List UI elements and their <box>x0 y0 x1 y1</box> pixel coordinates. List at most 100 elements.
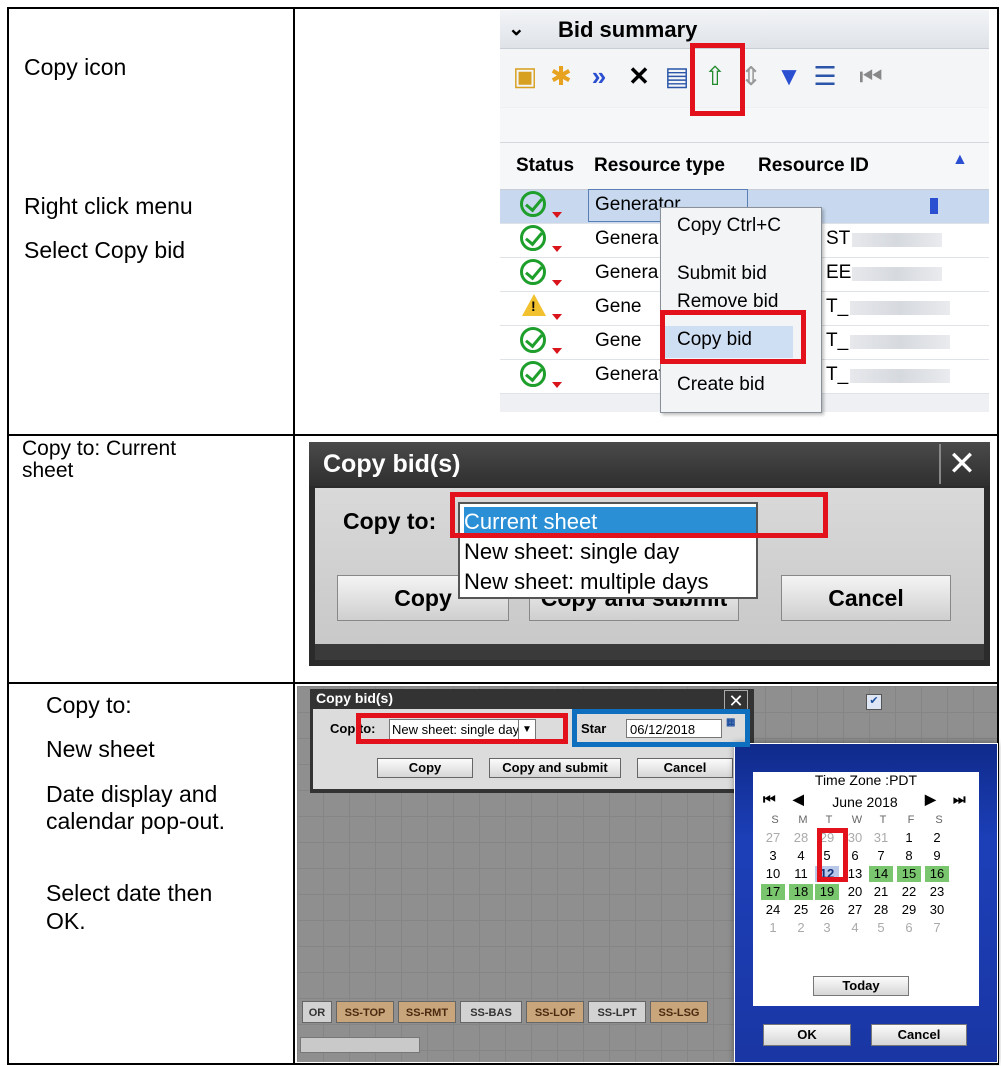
new-sheet-icon[interactable]: ▣ <box>510 61 540 91</box>
cancel-button[interactable]: Cancel <box>781 575 951 621</box>
calendar-day[interactable]: 17 <box>761 884 785 900</box>
ok-button[interactable]: OK <box>763 1024 851 1046</box>
calendar-day[interactable]: 14 <box>869 866 893 882</box>
horizontal-scrollbar[interactable] <box>300 1037 420 1053</box>
calendar-day[interactable]: 3 <box>761 848 785 864</box>
column-resource-id[interactable]: Resource ID <box>758 155 869 177</box>
calendar-day[interactable]: 5 <box>869 920 893 936</box>
highlight-current-sheet <box>450 492 828 538</box>
tab-ss-top[interactable]: SS-TOP <box>336 1001 394 1023</box>
calendar-day[interactable]: 2 <box>789 920 813 936</box>
day-of-week-label: T <box>879 814 887 826</box>
dialog-footer <box>315 644 984 660</box>
status-ok-icon <box>520 361 546 387</box>
calendar-day[interactable]: 24 <box>761 902 785 918</box>
menu-item-create-bid[interactable]: Create bid <box>677 374 765 396</box>
double-chevron-right-icon[interactable]: » <box>584 61 614 91</box>
tab-ss-lpt[interactable]: SS-LPT <box>588 1001 646 1023</box>
next-month-icon[interactable]: ▶ <box>925 791 936 808</box>
calendar-day[interactable]: 30 <box>925 902 949 918</box>
option-new-sheet-single[interactable]: New sheet: single day <box>464 537 756 566</box>
option-new-sheet-multiple[interactable]: New sheet: multiple days <box>464 567 756 596</box>
column-resource-type[interactable]: Resource type <box>594 155 725 177</box>
menu-item-copy[interactable]: Copy Ctrl+C <box>677 215 781 237</box>
calendar-day[interactable]: 21 <box>869 884 893 900</box>
dialog-small-title: Copy bid(s) <box>316 690 393 706</box>
step-label-select-date: Select date then <box>46 880 213 906</box>
first-month-icon[interactable]: ⏮ <box>763 791 776 808</box>
copy-to-label: Copy to: <box>343 508 437 534</box>
calendar-day[interactable]: 11 <box>789 866 813 882</box>
close-icon[interactable]: ✕ <box>939 444 983 484</box>
calendar-day[interactable]: 28 <box>789 830 813 846</box>
tab-ss-rmt[interactable]: SS-RMT <box>398 1001 456 1023</box>
calendar-day[interactable]: 27 <box>761 830 785 846</box>
calendar-day[interactable]: 8 <box>897 848 921 864</box>
filter-icon[interactable]: ▼ <box>774 61 804 91</box>
copy-bid-dialog: Copy bid(s) ✕ Copy to: Copy Copy and sub… <box>309 442 990 666</box>
day-of-week-label: S <box>771 814 779 826</box>
last-month-icon[interactable]: ⏭ <box>953 791 966 808</box>
menu-item-submit-bid[interactable]: Submit bid <box>677 263 767 285</box>
cancel-button-calendar[interactable]: Cancel <box>871 1024 967 1046</box>
flag-icon <box>552 314 562 320</box>
calendar-day[interactable]: 10 <box>761 866 785 882</box>
calendar-body: Time Zone :PDT ⏮ ◀ June 2018 ▶ ⏭ S M T W T F S… <box>753 772 979 1006</box>
list-icon[interactable]: ☰ <box>810 61 840 91</box>
prev-month-icon[interactable]: ◀ <box>793 791 804 808</box>
calendar-day[interactable]: 26 <box>815 902 839 918</box>
calendar-day[interactable]: 19 <box>815 884 839 900</box>
calendar-day[interactable]: 27 <box>843 902 867 918</box>
resource-type-cell: Genera <box>595 262 659 283</box>
new-bid-icon[interactable]: ✱ <box>546 61 576 91</box>
calendar-day[interactable]: 7 <box>869 848 893 864</box>
calendar-day[interactable]: 4 <box>789 848 813 864</box>
delete-icon[interactable]: ✕ <box>624 61 654 91</box>
tab-or[interactable]: OR <box>302 1001 332 1023</box>
flag-icon <box>552 348 562 354</box>
tab-ss-lof[interactable]: SS-LOF <box>526 1001 584 1023</box>
dialog-title: Copy bid(s) <box>323 450 461 478</box>
copy-icon[interactable]: ▤ <box>662 61 692 91</box>
table-header: Status Resource type Resource ID ▲ <box>500 143 989 190</box>
calendar-day[interactable]: 4 <box>843 920 867 936</box>
step-label-copy-to: Copy to: <box>46 692 132 718</box>
tab-ss-lsg[interactable]: SS-LSG <box>650 1001 708 1023</box>
tab-ss-bas[interactable]: SS-BAS <box>460 1001 522 1023</box>
calendar-day[interactable]: 3 <box>815 920 839 936</box>
calendar-day[interactable]: 25 <box>789 902 813 918</box>
calendar-day[interactable]: 1 <box>897 830 921 846</box>
calendar-day[interactable]: 22 <box>897 884 921 900</box>
calendar-day[interactable]: 23 <box>925 884 949 900</box>
step-label-ok: OK. <box>46 908 86 934</box>
step-label-calendar-popout: calendar pop-out. <box>46 808 226 834</box>
calendar-day[interactable]: 15 <box>897 866 921 882</box>
copy-and-submit-button-small[interactable]: Copy and submit <box>489 758 621 778</box>
calendar-day[interactable]: 31 <box>869 830 893 846</box>
highlight-copy-bid <box>660 310 806 364</box>
calendar-day[interactable]: 2 <box>925 830 949 846</box>
today-button[interactable]: Today <box>813 976 909 996</box>
column-status[interactable]: Status <box>516 155 574 177</box>
chevron-down-icon[interactable]: ⌄ <box>508 16 532 40</box>
first-page-icon[interactable]: ⏮ <box>856 61 886 91</box>
flag-icon <box>552 212 562 218</box>
step-label-copy-to-current: Copy to: Current <box>22 437 177 460</box>
calendar-day[interactable]: 20 <box>843 884 867 900</box>
calendar-day[interactable]: 7 <box>925 920 949 936</box>
status-ok-icon <box>520 225 546 251</box>
calendar-day[interactable]: 9 <box>925 848 949 864</box>
resource-id-cell: T_ <box>826 364 849 385</box>
step-label-copy-icon: Copy icon <box>24 54 127 80</box>
sort-asc-icon[interactable]: ▲ <box>952 151 968 169</box>
highlight-selected-date <box>817 828 848 882</box>
calendar-day[interactable]: 16 <box>925 866 949 882</box>
cancel-button-small[interactable]: Cancel <box>637 758 733 778</box>
calendar-day[interactable]: 29 <box>897 902 921 918</box>
checkbox-icon[interactable]: ✔ <box>866 694 882 710</box>
calendar-day[interactable]: 28 <box>869 902 893 918</box>
calendar-day[interactable]: 1 <box>761 920 785 936</box>
copy-button-small[interactable]: Copy <box>377 758 473 778</box>
calendar-day[interactable]: 6 <box>897 920 921 936</box>
calendar-day[interactable]: 18 <box>789 884 813 900</box>
